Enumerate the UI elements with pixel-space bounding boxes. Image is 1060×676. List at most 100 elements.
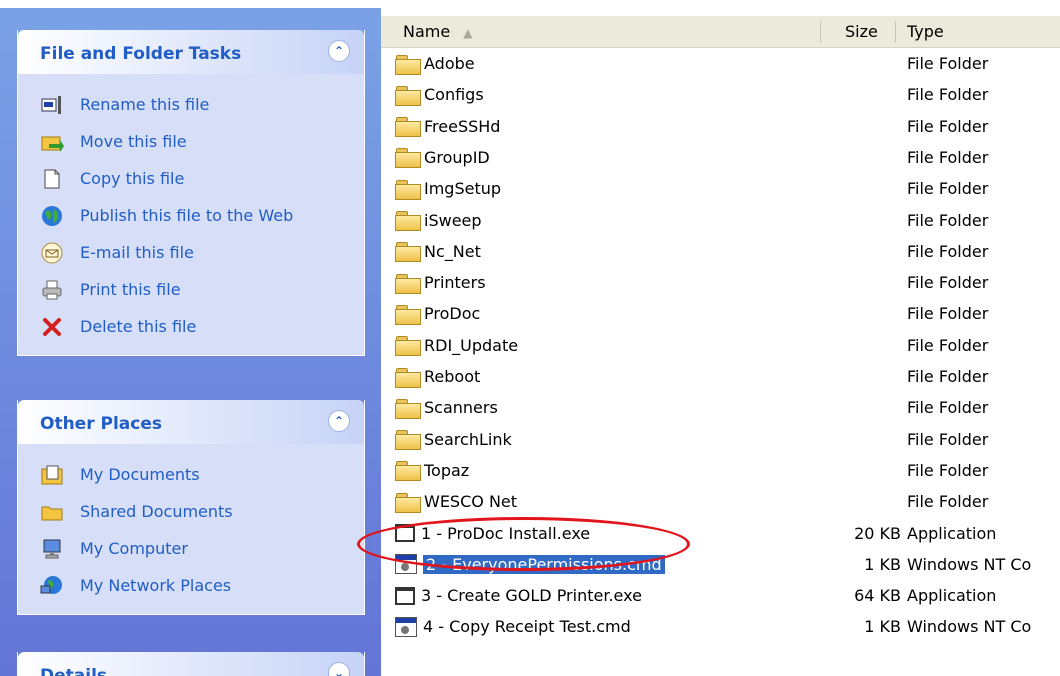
task-label: E-mail this file: [80, 243, 194, 262]
file-type-cell: File Folder: [907, 398, 989, 418]
file-type-cell: File Folder: [907, 179, 989, 199]
file-row[interactable]: WESCO Net File Folder: [381, 486, 1060, 517]
other-places-header[interactable]: Other Places ⌃: [18, 400, 364, 444]
other-places-panel: Other Places ⌃ My Documents Shared Docume…: [17, 400, 365, 615]
folder-icon: [395, 179, 421, 200]
file-name-cell[interactable]: RDI_Update: [395, 330, 518, 361]
file-size-cell: 1 KB: [864, 554, 901, 574]
file-name-cell[interactable]: iSweep: [395, 205, 482, 236]
folder-icon: [395, 116, 421, 138]
globe-icon: [40, 204, 64, 228]
file-tasks-header[interactable]: File and Folder Tasks ⌃: [18, 30, 364, 74]
network-icon: [40, 574, 64, 598]
file-row[interactable]: Printers File Folder: [381, 267, 1060, 298]
folder-icon: [395, 429, 421, 451]
file-name-cell[interactable]: ImgSetup: [395, 173, 501, 204]
file-tasks-title: File and Folder Tasks: [40, 44, 242, 64]
file-name-cell[interactable]: GroupID: [395, 142, 490, 173]
file-row[interactable]: Scanners File Folder: [381, 392, 1060, 423]
other-places-title: Other Places: [40, 414, 162, 434]
column-header-type[interactable]: Type: [907, 16, 944, 47]
file-size-cell: 1 KB: [864, 617, 901, 637]
file-row[interactable]: GroupID File Folder: [381, 142, 1060, 173]
column-header-name[interactable]: Name ▲: [403, 16, 473, 47]
file-name-cell[interactable]: 4 - Copy Receipt Test.cmd: [395, 611, 631, 642]
expand-icon[interactable]: ⌄: [328, 662, 350, 676]
file-type-cell: Windows NT Co: [907, 554, 1032, 574]
file-name-cell[interactable]: ProDoc: [395, 298, 480, 329]
file-type-cell: Application: [907, 586, 997, 606]
file-row[interactable]: RDI_Update File Folder: [381, 330, 1060, 361]
file-type-cell: File Folder: [907, 367, 989, 386]
column-type-label: Type: [907, 22, 944, 41]
file-name-label: Nc_Net: [424, 241, 481, 261]
folder-icon: [395, 54, 421, 75]
file-type-cell: File Folder: [907, 492, 989, 512]
task-move-this-file[interactable]: Move this file: [18, 123, 364, 160]
application-icon: [395, 586, 415, 605]
computer-icon: [40, 537, 64, 561]
file-type-cell: File Folder: [907, 210, 989, 230]
place-shared-documents[interactable]: Shared Documents: [18, 493, 364, 530]
collapse-icon[interactable]: ⌃: [328, 410, 350, 432]
file-name-cell[interactable]: FreeSSHd: [395, 111, 500, 142]
place-label: My Network Places: [80, 576, 232, 595]
column-name-label: Name: [403, 22, 451, 41]
column-header-size[interactable]: Size: [845, 16, 878, 47]
file-name-cell[interactable]: Adobe: [395, 48, 475, 79]
file-name-cell[interactable]: WESCO Net: [395, 486, 517, 517]
rename-icon: [40, 93, 64, 117]
file-row[interactable]: Configs File Folder: [381, 79, 1060, 110]
place-my-network-places[interactable]: My Network Places: [18, 567, 364, 604]
task-label: Print this file: [80, 280, 181, 299]
folder-icon: [395, 367, 421, 388]
file-name-label: FreeSSHd: [424, 116, 501, 136]
folder-icon: [395, 85, 421, 106]
file-name-cell[interactable]: Nc_Net: [395, 236, 481, 267]
file-row[interactable]: FreeSSHd File Folder: [381, 111, 1060, 142]
file-name-cell[interactable]: SearchLink: [395, 424, 512, 455]
place-my-documents[interactable]: My Documents: [18, 456, 364, 493]
file-row[interactable]: Nc_Net File Folder: [381, 236, 1060, 267]
file-name-cell[interactable]: Printers: [395, 267, 486, 298]
file-row[interactable]: Reboot File Folder: [381, 361, 1060, 392]
folder-icon: [395, 241, 421, 263]
sort-ascending-icon: ▲: [463, 26, 473, 40]
file-name-cell[interactable]: 3 - Create GOLD Printer.exe: [395, 580, 642, 611]
details-panel: Details ⌄: [17, 652, 365, 676]
place-my-computer[interactable]: My Computer: [18, 530, 364, 567]
file-row[interactable]: 4 - Copy Receipt Test.cmd 1 KB Windows NT …: [381, 611, 1060, 642]
task-copy-this-file[interactable]: Copy this file: [18, 160, 364, 197]
file-row[interactable]: Topaz File Folder: [381, 455, 1060, 486]
task-e-mail-this-file[interactable]: E-mail this file: [18, 234, 364, 271]
task-label: Publish this file to the Web: [80, 206, 294, 225]
file-row[interactable]: 3 - Create GOLD Printer.exe 64 KB Applicat…: [381, 580, 1060, 611]
file-name-cell[interactable]: Configs: [395, 79, 484, 110]
email-icon: [40, 241, 64, 265]
file-type-cell: File Folder: [907, 241, 989, 261]
file-tasks-list: Rename this file Move this file Copy this …: [18, 74, 364, 355]
task-pane: File and Folder Tasks ⌃ Rename this file…: [0, 0, 381, 676]
task-print-this-file[interactable]: Print this file: [18, 271, 364, 308]
task-publish-this-file-to-the-web[interactable]: Publish this file to the Web: [18, 197, 364, 234]
file-list-pane: Name ▲ Size Type Adobe File Folder Configs…: [381, 0, 1060, 676]
details-header[interactable]: Details ⌄: [18, 652, 364, 676]
task-rename-this-file[interactable]: Rename this file: [18, 86, 364, 123]
folder-icon: [40, 500, 64, 524]
file-row[interactable]: SearchLink File Folder: [381, 424, 1060, 455]
collapse-icon[interactable]: ⌃: [328, 40, 350, 62]
file-name-cell[interactable]: Topaz: [395, 455, 469, 486]
file-name-cell[interactable]: Reboot: [395, 361, 480, 392]
task-label: Copy this file: [80, 169, 185, 188]
column-separator[interactable]: [820, 21, 821, 43]
file-row[interactable]: ProDoc File Folder: [381, 298, 1060, 329]
file-row[interactable]: iSweep File Folder: [381, 205, 1060, 236]
file-type-cell: File Folder: [907, 147, 989, 167]
file-name-label: SearchLink: [424, 429, 512, 449]
file-name-cell[interactable]: Scanners: [395, 392, 498, 423]
file-row[interactable]: Adobe File Folder: [381, 48, 1060, 79]
file-row[interactable]: ImgSetup File Folder: [381, 173, 1060, 204]
task-delete-this-file[interactable]: Delete this file: [18, 308, 364, 345]
task-label: Rename this file: [80, 95, 210, 114]
column-separator[interactable]: [895, 21, 896, 43]
